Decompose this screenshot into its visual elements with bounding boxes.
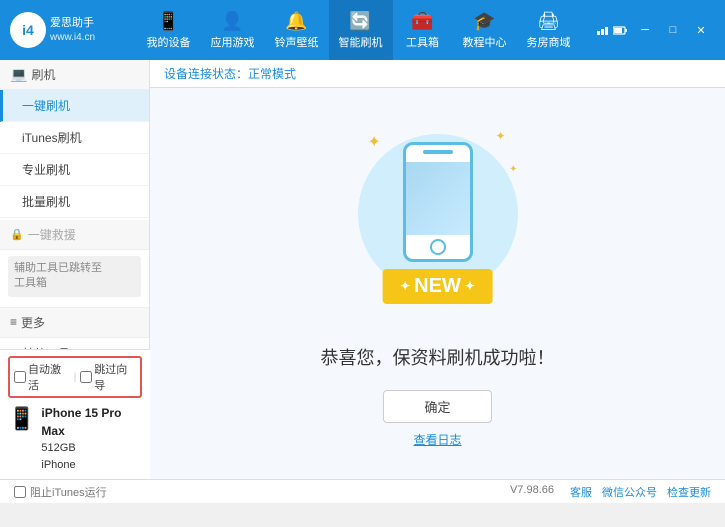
device-icon: 📱: [157, 11, 179, 32]
support-link[interactable]: 客服: [570, 484, 592, 500]
footer-links: V7.98.66 客服 微信公众号 检查更新: [510, 484, 711, 500]
sidebar: 💻 刷机 一键刷机 iTunes刷机 专业刷机 批量刷机 🔒 一键救援 辅助工具…: [0, 60, 150, 503]
device-checkboxes: 自动激活 | 跳过向导: [8, 356, 142, 398]
top-bar: i4 爱思助手 www.i4.cn 📱 我的设备 👤 应用游戏 🔔 铃声壁纸 🔄: [0, 0, 725, 60]
service-icon: 🖨: [537, 11, 560, 32]
device-type: iPhone: [41, 457, 142, 474]
device-phone-icon: 📱: [8, 406, 35, 432]
footer: 阻止iTunes运行 V7.98.66 客服 微信公众号 检查更新: [0, 479, 725, 503]
wifi-icon: [597, 25, 611, 35]
stop-itunes-label: 阻止iTunes运行: [30, 484, 107, 500]
stop-itunes-checkbox[interactable]: [14, 486, 26, 498]
phone-body: [403, 142, 473, 262]
device-info: 📱 iPhone 15 Pro Max 512GB iPhone: [8, 404, 142, 473]
sidebar-item-itunes-flash[interactable]: iTunes刷机: [0, 122, 149, 154]
sidebar-flash-header: 💻 刷机: [0, 60, 149, 90]
phone-screen: [406, 162, 470, 235]
apps-icon: 👤: [221, 11, 243, 32]
stop-itunes-area: 阻止iTunes运行: [14, 484, 510, 500]
maximize-button[interactable]: □: [659, 19, 687, 41]
sidebar-item-one-key-flash[interactable]: 一键刷机: [0, 90, 149, 122]
lock-icon: 🔒: [10, 228, 24, 241]
flash-icon: 🔄: [349, 11, 371, 32]
phone-home-btn: [430, 239, 446, 255]
device-panel: 自动激活 | 跳过向导 📱 iPhone 15 Pro Max 512GB iP…: [0, 349, 150, 479]
auto-activate-checkbox[interactable]: 自动激活: [14, 361, 70, 393]
sparkle-1: ✦: [368, 132, 381, 152]
logo-area: i4 爱思助手 www.i4.cn: [10, 12, 120, 48]
rescue-notice: 辅助工具已跳转至 工具箱: [8, 256, 141, 297]
confirm-button[interactable]: 确定: [383, 390, 491, 423]
sparkle-3: ✦: [509, 164, 517, 175]
battery-icon: [613, 25, 627, 35]
wechat-link[interactable]: 微信公众号: [602, 484, 657, 500]
new-banner: NEW: [382, 269, 493, 304]
tab-apps-games[interactable]: 👤 应用游戏: [201, 0, 265, 60]
tab-ringtones[interactable]: 🔔 铃声壁纸: [265, 0, 329, 60]
tab-service[interactable]: 🖨 务房商域: [517, 0, 581, 60]
update-link[interactable]: 检查更新: [667, 484, 711, 500]
nav-tabs: 📱 我的设备 👤 应用游戏 🔔 铃声壁纸 🔄 智能刷机 🧰 工具箱 🎓: [120, 0, 597, 60]
sidebar-rescue-header: 🔒 一键救援: [0, 220, 149, 250]
tab-toolbox[interactable]: 🧰 工具箱: [393, 0, 453, 60]
sidebar-item-pro-flash[interactable]: 专业刷机: [0, 154, 149, 186]
tutorial-icon: 🎓: [473, 11, 495, 32]
device-storage: 512GB: [41, 440, 142, 457]
guide-input[interactable]: [80, 371, 92, 383]
auto-activate-input[interactable]: [14, 371, 26, 383]
ringtone-icon: 🔔: [285, 11, 307, 32]
logo-text: 爱思助手 www.i4.cn: [50, 16, 95, 43]
status-bar: 设备连接状态：正常模式: [150, 60, 725, 88]
flash-section-icon: 💻: [10, 66, 27, 83]
minimize-button[interactable]: ─: [631, 19, 659, 41]
tab-smart-flash[interactable]: 🔄 智能刷机: [329, 0, 393, 60]
success-message: 恭喜您，保资料刷机成功啦！: [321, 344, 555, 370]
phone-illustration: ✦ ✦ ✦ NEW: [348, 124, 528, 324]
device-model: iPhone 15 Pro Max: [41, 404, 142, 440]
log-link[interactable]: 查看日志: [413, 431, 461, 448]
tab-tutorial[interactable]: 🎓 教程中心: [453, 0, 517, 60]
toolbox-icon: 🧰: [411, 11, 433, 32]
sidebar-more-header: ≡ 更多: [0, 307, 149, 338]
sparkle-2: ✦: [495, 129, 505, 143]
sidebar-item-batch-flash[interactable]: 批量刷机: [0, 186, 149, 218]
close-button[interactable]: ✕: [687, 19, 715, 41]
tab-my-device[interactable]: 📱 我的设备: [137, 0, 201, 60]
window-controls: ─ □ ✕: [597, 19, 715, 41]
version-label: V7.98.66: [510, 484, 554, 500]
content-area: 设备连接状态：正常模式 ✦ ✦ ✦ NEW: [150, 60, 725, 503]
main-layout: 💻 刷机 一键刷机 iTunes刷机 专业刷机 批量刷机 🔒 一键救援 辅助工具…: [0, 60, 725, 503]
logo-icon: i4: [10, 12, 46, 48]
guide-checkbox[interactable]: 跳过向导: [80, 361, 136, 393]
success-container: ✦ ✦ ✦ NEW 恭喜您，保资料刷机成功啦！ 确定 查看日: [321, 88, 555, 503]
more-icon: ≡: [10, 315, 17, 329]
phone-speaker: [423, 150, 453, 154]
